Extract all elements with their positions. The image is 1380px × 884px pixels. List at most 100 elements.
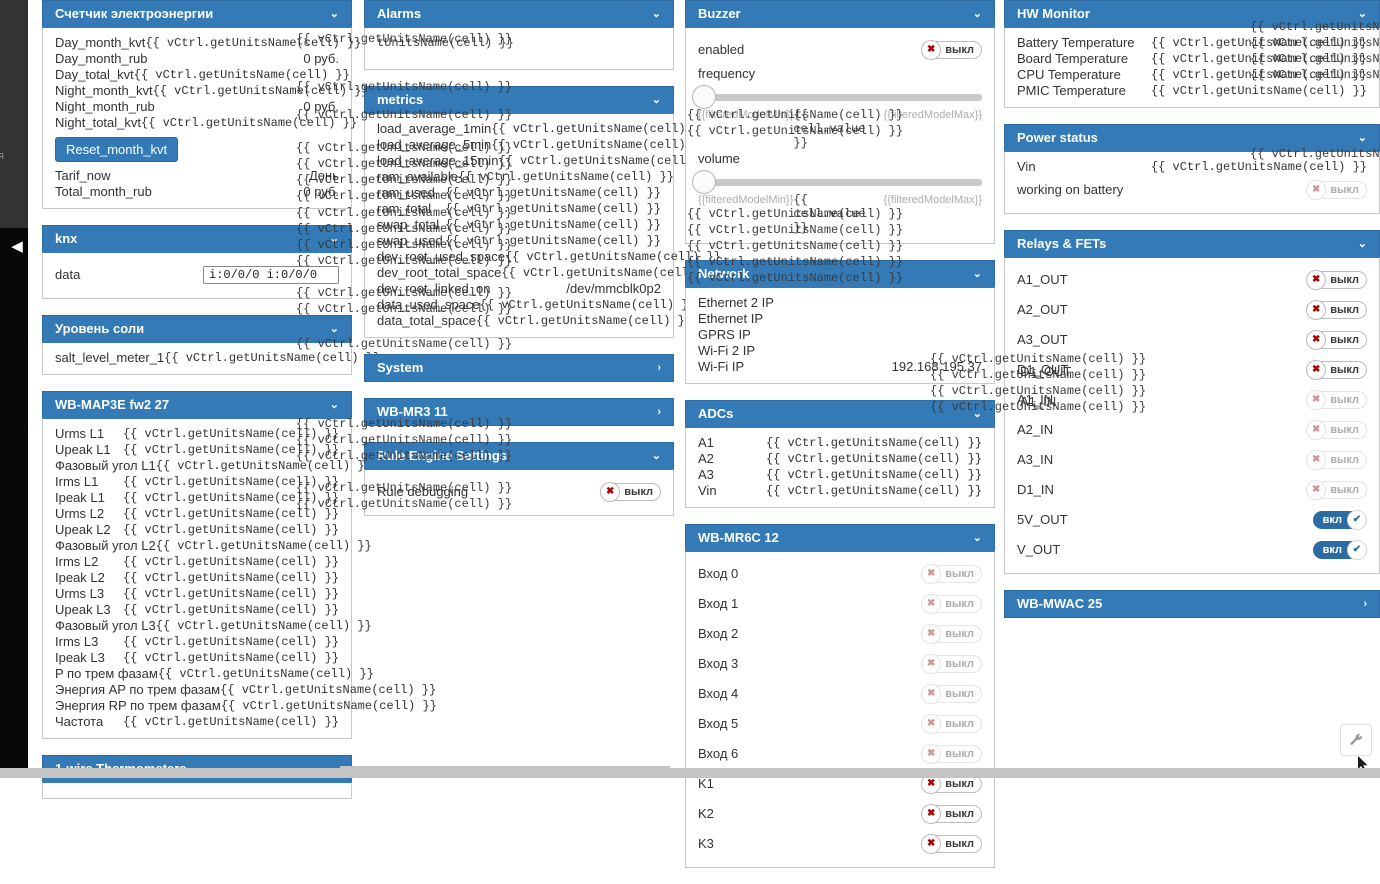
row-value: {{ vCtrl.getUnitsName(cell) }} bbox=[122, 651, 339, 665]
collapse-sidebar-icon[interactable]: ◀ bbox=[6, 232, 28, 262]
panel-header-energy-meter[interactable]: Счетчик электроэнергии ⌄ bbox=[42, 0, 352, 27]
row-value: {{ vCtrl.getUnitsName(cell) }} bbox=[444, 186, 661, 200]
toggle-switch-off[interactable]: ✖ выкл bbox=[921, 594, 982, 614]
toggle-knob-cross-icon: ✖ bbox=[921, 744, 942, 764]
toggle-knob-cross-icon: ✖ bbox=[921, 654, 942, 674]
row-value: {{ vCtrl.getUnitsName(cell) }} bbox=[1150, 52, 1367, 66]
panel-header-relays-fets[interactable]: Relays & FETs ⌄ bbox=[1004, 230, 1380, 257]
toggle-switch-off[interactable]: ✖ выкл bbox=[1306, 180, 1367, 200]
chevron-down-icon[interactable]: ⌄ bbox=[973, 261, 982, 287]
panel-header-power-status[interactable]: Power status ⌄ bbox=[1004, 124, 1380, 151]
chevron-down-icon[interactable]: ⌄ bbox=[652, 443, 661, 469]
chevron-down-icon[interactable]: ⌄ bbox=[330, 1, 339, 27]
toggle-switch-on[interactable]: вкл ✔ bbox=[1312, 510, 1367, 530]
row-value: {{ vCtrl.getUnitsName(cell) }} bbox=[133, 68, 350, 82]
toggle-row: K3 ✖ выкл bbox=[686, 829, 994, 859]
slider-track[interactable] bbox=[704, 94, 982, 101]
toggle-switch-off[interactable]: ✖ выкл bbox=[1306, 270, 1367, 290]
toggle-switch-off[interactable]: ✖ выкл bbox=[1306, 390, 1367, 410]
row-value: {{ vCtrl.getUnitsName(cell) }} bbox=[457, 170, 674, 184]
row-key: salt_level_meter_1 bbox=[55, 350, 165, 365]
toggle-switch-off[interactable]: ✖ выкл bbox=[921, 714, 982, 734]
chevron-down-icon[interactable]: ⌄ bbox=[973, 401, 982, 427]
panel-header-wb-mwac[interactable]: WB-MWAC 25 › bbox=[1004, 590, 1380, 618]
chevron-down-icon[interactable]: ⌄ bbox=[973, 525, 982, 551]
toggle-label: выкл bbox=[945, 838, 974, 850]
data-row: load_average_5min{{ vCtrl.getUnitsName(c… bbox=[365, 137, 707, 153]
chevron-down-icon[interactable]: ⌄ bbox=[1358, 1, 1367, 27]
chevron-down-icon[interactable]: ⌄ bbox=[1358, 231, 1367, 257]
alarms-template-row: tUnitsName(cell) }} bbox=[377, 36, 514, 50]
slider-handle[interactable] bbox=[692, 85, 716, 109]
slider-track[interactable] bbox=[704, 179, 982, 186]
panel-network: Network ⌄ Ethernet 2 IP Ethernet IP GPRS IP W… bbox=[685, 260, 995, 384]
toggle-switch-off[interactable]: ✖ выкл bbox=[921, 834, 982, 854]
toggle-switch-off[interactable]: ✖ выкл bbox=[1306, 450, 1367, 470]
toggle-switch-off[interactable]: ✖ выкл bbox=[921, 624, 982, 644]
data-row: Ipeak L1 {{ vCtrl.getUnitsName(cell) }} bbox=[43, 490, 351, 506]
chevron-down-icon[interactable]: ⌄ bbox=[652, 1, 661, 27]
row-key: 5V_OUT bbox=[1017, 512, 1068, 527]
row-key: Vin bbox=[1017, 159, 1036, 174]
toggle-switch-off[interactable]: ✖ выкл bbox=[1306, 480, 1367, 500]
panel-body-hw-monitor: Battery Temperature {{ vCtrl.getUnitsName… bbox=[1004, 27, 1380, 108]
chevron-right-icon[interactable]: › bbox=[657, 355, 661, 381]
wrench-icon-button[interactable] bbox=[1340, 724, 1372, 756]
chevron-down-icon[interactable]: ⌄ bbox=[652, 87, 661, 113]
toggle-switch-off[interactable]: ✖ выкл bbox=[921, 564, 982, 584]
row-key: data_total_space bbox=[377, 313, 477, 328]
panel-header-rule-engine[interactable]: Rule Engine Settings ⌄ bbox=[364, 442, 674, 469]
panel-header-alarms[interactable]: Alarms ⌄ bbox=[364, 0, 674, 27]
panel-power-status: Power status ⌄ Vin {{ vCtrl.getUnitsName(ce… bbox=[1004, 124, 1380, 214]
toggle-switch-off[interactable]: ✖ выкл bbox=[921, 654, 982, 674]
toggle-knob-cross-icon: ✖ bbox=[1306, 420, 1327, 440]
panel-header-wb-map3e[interactable]: WB-MAP3E fw2 27 ⌄ bbox=[42, 391, 352, 418]
toggle-switch-off[interactable]: ✖ выкл bbox=[921, 804, 982, 824]
chevron-down-icon[interactable]: ⌄ bbox=[330, 226, 339, 252]
panel-header-metrics[interactable]: metrics ⌄ bbox=[364, 86, 674, 113]
toggle-switch-off[interactable]: ✖ выкл bbox=[600, 482, 661, 502]
toggle-switch-off[interactable]: ✖ выкл bbox=[1306, 330, 1367, 350]
panel-metrics: metrics ⌄ load_average_1min{{ vCtrl.getUni… bbox=[364, 86, 721, 338]
row-value: {{ vCtrl.getUnitsName(cell) }} bbox=[122, 427, 339, 441]
row-key: Night_month_rub bbox=[55, 99, 155, 114]
data-row: data_total_space{{ vCtrl.getUnitsName(ce… bbox=[365, 313, 692, 329]
panel-header-adcs[interactable]: ADCs ⌄ bbox=[685, 400, 995, 427]
toggle-switch-off[interactable]: ✖ выкл bbox=[1306, 420, 1367, 440]
panel-header-salt-level[interactable]: Уровень соли ⌄ bbox=[42, 315, 352, 342]
chevron-down-icon[interactable]: ⌄ bbox=[1358, 125, 1367, 151]
panel-header-system[interactable]: System › bbox=[364, 354, 674, 382]
slider-volume[interactable] bbox=[686, 169, 994, 195]
toggle-switch-off[interactable]: ✖ выкл bbox=[921, 684, 982, 704]
panel-header-buzzer[interactable]: Buzzer ⌄ bbox=[685, 0, 995, 27]
slider-range-labels: {{filteredModelMin}}{{ cell.value }} {{fi… bbox=[686, 193, 994, 235]
reset-month-kvt-button[interactable]: Reset_month_kvt bbox=[55, 137, 179, 162]
panel-header-hw-monitor[interactable]: HW Monitor ⌄ bbox=[1004, 0, 1380, 27]
toggle-label: выкл bbox=[945, 598, 974, 610]
toggle-switch-off[interactable]: ✖ выкл bbox=[921, 40, 982, 60]
panel-title-knx: knx bbox=[55, 231, 78, 246]
row-key: K3 bbox=[698, 836, 714, 851]
slider-frequency[interactable] bbox=[686, 84, 994, 110]
wrench-icon bbox=[1349, 733, 1362, 745]
panel-buzzer: Buzzer ⌄ enabled ✖ выкл frequency {{filteredMo… bbox=[685, 0, 995, 244]
data-row: Wi-Fi 2 IP bbox=[686, 343, 994, 359]
toggle-switch-off[interactable]: ✖ выкл bbox=[921, 744, 982, 764]
chevron-down-icon[interactable]: ⌄ bbox=[973, 1, 982, 27]
knx-data-input[interactable] bbox=[203, 266, 339, 284]
slider-handle[interactable] bbox=[692, 170, 716, 194]
panel-header-wb-mr3[interactable]: WB-MR3 11 › bbox=[364, 398, 674, 426]
data-row: Night_month_kvt{{ vCtrl.getUnitsName(cel… bbox=[43, 83, 369, 99]
chevron-down-icon[interactable]: ⌄ bbox=[330, 392, 339, 418]
data-row: dev_root_used_space{{ vCtrl.getUnitsName… bbox=[365, 249, 721, 265]
panel-header-knx[interactable]: knx ⌄ bbox=[42, 225, 352, 252]
panel-header-wb-mr6c[interactable]: WB-MR6C 12 ⌄ bbox=[685, 524, 995, 551]
chevron-right-icon[interactable]: › bbox=[657, 399, 661, 425]
toggle-switch-on[interactable]: вкл ✔ bbox=[1312, 540, 1367, 560]
toggle-switch-off[interactable]: ✖ выкл bbox=[1306, 360, 1367, 380]
chevron-right-icon[interactable]: › bbox=[1363, 591, 1367, 617]
toggle-switch-off[interactable]: ✖ выкл bbox=[1306, 300, 1367, 320]
chevron-down-icon[interactable]: ⌄ bbox=[330, 316, 339, 342]
data-row: Частота {{ vCtrl.getUnitsName(cell) }} bbox=[43, 714, 351, 730]
panel-header-network[interactable]: Network ⌄ bbox=[685, 260, 995, 287]
